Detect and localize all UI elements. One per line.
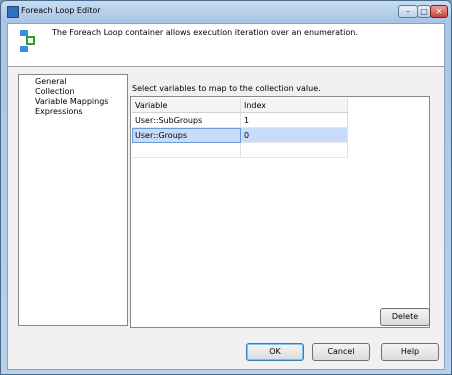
variable-cell[interactable]: User::Groups — [132, 127, 241, 143]
close-button[interactable]: ✕ — [430, 5, 448, 18]
grid-header-row: Variable Index — [132, 98, 348, 113]
help-button[interactable]: Help — [381, 343, 439, 361]
variable-cell[interactable] — [132, 142, 241, 158]
delete-button[interactable]: Delete — [380, 308, 430, 326]
header-divider — [8, 66, 444, 67]
nav-item-variable-mappings[interactable]: Variable Mappings — [19, 97, 127, 107]
variable-mappings-grid: Variable Index User::SubGroups 1 User::G… — [130, 96, 430, 328]
title-bar[interactable]: Foreach Loop Editor – □ ✕ — [1, 1, 451, 23]
table-row-new[interactable] — [132, 142, 348, 158]
cancel-button[interactable]: Cancel — [312, 343, 370, 361]
variable-cell[interactable]: User::SubGroups — [132, 112, 241, 128]
foreach-loop-editor-window: Foreach Loop Editor – □ ✕ The Foreach Lo… — [0, 0, 452, 375]
dialog-header: The Foreach Loop container allows execut… — [8, 24, 444, 66]
table-row[interactable]: User::SubGroups 1 — [132, 112, 348, 128]
header-description: The Foreach Loop container allows execut… — [52, 28, 358, 37]
table-row-selected[interactable]: User::Groups 0 — [132, 127, 348, 143]
nav-item-expressions[interactable]: Expressions — [19, 107, 127, 117]
nav-item-collection[interactable]: Collection — [19, 87, 127, 97]
app-icon — [7, 6, 19, 18]
dialog-client: The Foreach Loop container allows execut… — [7, 23, 445, 370]
minimize-button[interactable]: – — [398, 5, 418, 18]
index-cell[interactable]: 0 — [240, 127, 348, 143]
ok-button[interactable]: OK — [246, 343, 304, 361]
nav-item-general[interactable]: General — [19, 77, 127, 87]
column-header-index[interactable]: Index — [240, 98, 348, 113]
mapping-instruction: Select variables to map to the collectio… — [132, 84, 321, 93]
column-header-variable[interactable]: Variable — [132, 98, 241, 113]
index-cell[interactable]: 1 — [240, 112, 348, 128]
index-cell[interactable] — [240, 142, 348, 158]
foreach-loop-icon — [20, 30, 38, 52]
maximize-button[interactable]: □ — [417, 5, 431, 18]
window-title: Foreach Loop Editor — [21, 6, 101, 15]
page-navigation-list: General Collection Variable Mappings Exp… — [18, 74, 128, 326]
